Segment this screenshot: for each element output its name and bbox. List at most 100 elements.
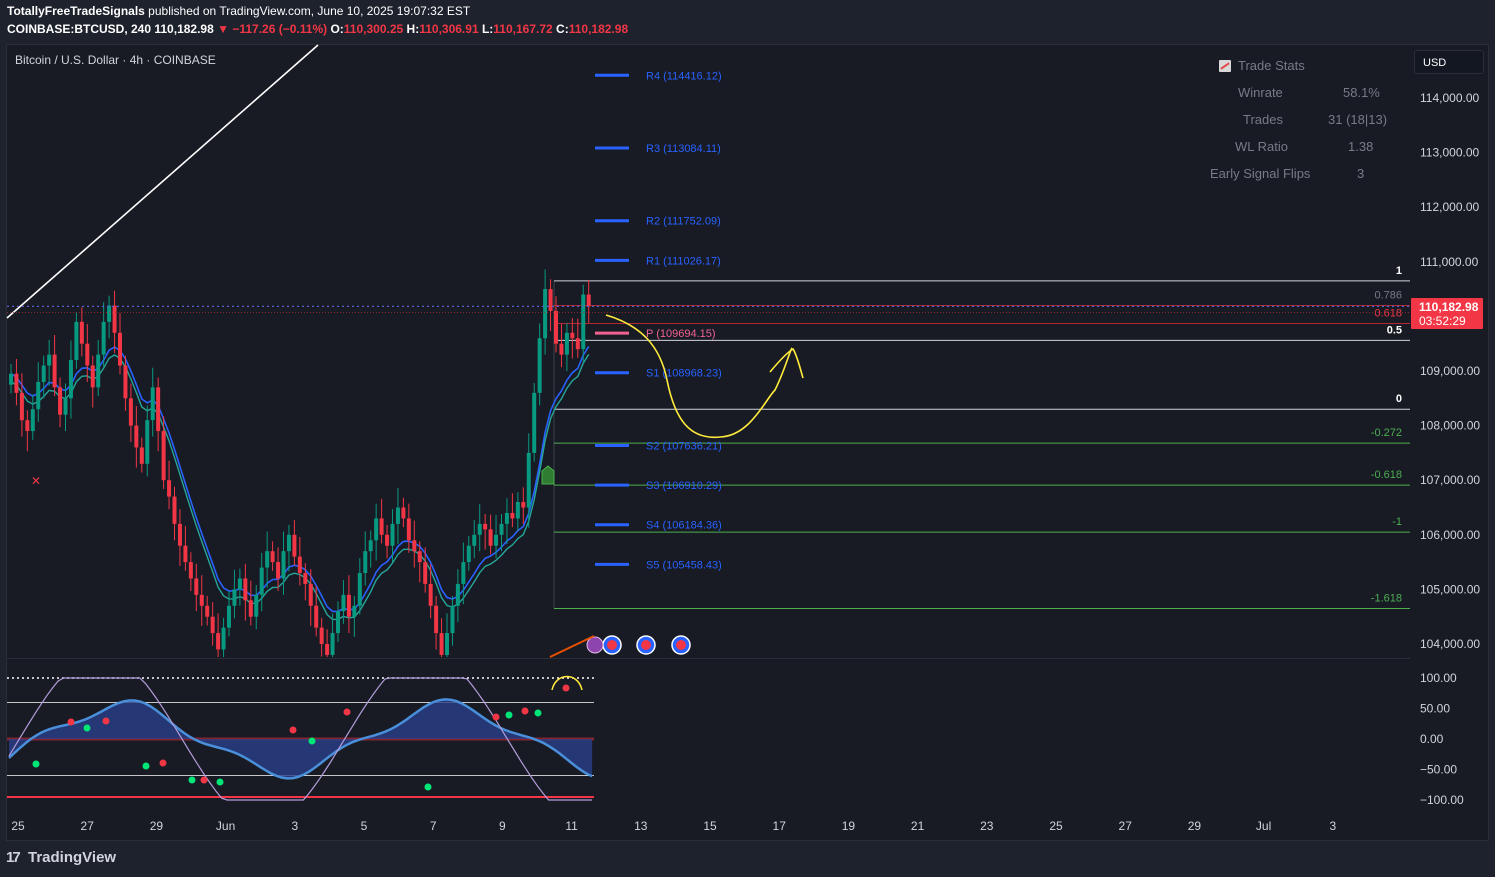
y-axis-tick: 108,000.00 xyxy=(1420,419,1480,433)
candle-body xyxy=(254,594,259,617)
candle-body xyxy=(543,289,548,339)
fib-level-label: -1 xyxy=(1392,516,1402,528)
candle-body xyxy=(330,633,335,655)
us-flag-event-icon xyxy=(607,640,617,650)
candle-body xyxy=(216,633,221,650)
candle-body xyxy=(172,496,177,524)
osc-signal-dot xyxy=(200,776,208,784)
osc-signal-dot xyxy=(32,760,40,768)
candle-body xyxy=(379,518,384,535)
fib-level-label: 0.786 xyxy=(1374,289,1402,301)
osc-signal-dot xyxy=(159,759,167,767)
x-axis-tick: 29 xyxy=(1188,819,1202,833)
x-axis-tick: 29 xyxy=(150,819,164,833)
currency-button[interactable]: USD xyxy=(1414,50,1484,74)
candle-body xyxy=(336,611,340,634)
x-axis-tick: 3 xyxy=(291,819,298,833)
candle-body xyxy=(303,573,308,584)
candle-body xyxy=(537,338,542,393)
osc-y-tick: 100.00 xyxy=(1420,671,1457,685)
osc-y-tick: 50.00 xyxy=(1420,702,1450,716)
candle-body xyxy=(308,583,313,606)
stat-label: Winrate xyxy=(1238,85,1283,100)
candle-body xyxy=(79,321,84,344)
candle-body xyxy=(281,551,286,579)
candle-body xyxy=(63,398,68,415)
osc-signal-dot xyxy=(308,737,316,745)
pivot-label: S5 (105458.43) xyxy=(646,559,722,571)
fib-level-label: 1 xyxy=(1396,265,1402,277)
candle-body xyxy=(314,605,319,628)
candle-body xyxy=(68,360,73,399)
trade-stats-title: Trade Stats xyxy=(1238,58,1305,73)
candle-body xyxy=(450,605,455,634)
candle-body xyxy=(183,545,188,563)
candle-body xyxy=(74,321,79,361)
candle-body xyxy=(259,567,264,595)
candle-body xyxy=(494,534,499,546)
candle-body xyxy=(150,387,155,421)
candle-body xyxy=(515,502,520,519)
stat-value: 1.38 xyxy=(1348,139,1374,154)
candle-body xyxy=(134,425,139,448)
candle-body xyxy=(286,534,291,552)
candle-body xyxy=(575,338,580,350)
candle-body xyxy=(423,562,428,584)
candle-body xyxy=(14,373,19,393)
candle-body xyxy=(41,365,46,382)
osc-signal-dot xyxy=(188,776,196,784)
candle-body xyxy=(156,387,161,432)
y-axis-tick: 105,000.00 xyxy=(1420,582,1480,596)
osc-signal-dot xyxy=(102,717,110,725)
candle-body xyxy=(445,633,449,655)
tv-logo-mark: 17 xyxy=(6,849,21,866)
fib-level-label: 0.5 xyxy=(1387,324,1402,336)
tradingview-logo[interactable]: 17 TradingView xyxy=(6,849,116,866)
candle-body xyxy=(276,562,281,579)
candle-body xyxy=(548,289,553,311)
y-axis-tick: 113,000.00 xyxy=(1420,146,1479,160)
pivot-label: P (109694.15) xyxy=(646,328,716,340)
candle-body xyxy=(90,365,95,388)
osc-signal-dot xyxy=(562,684,570,692)
osc-y-tick: 0.00 xyxy=(1420,732,1444,746)
candle-body xyxy=(161,431,166,481)
pivot-label: R1 (111026.17) xyxy=(646,255,721,267)
candle-body xyxy=(564,332,569,355)
y-axis-tick: 112,000.00 xyxy=(1420,200,1479,214)
osc-signal-dot xyxy=(67,718,75,726)
candle-body xyxy=(434,605,439,634)
x-axis-tick: 3 xyxy=(1329,819,1336,833)
x-axis-tick: Jun xyxy=(216,819,235,833)
logo-text: TradingView xyxy=(28,849,117,866)
candle-body xyxy=(96,354,101,388)
candle-body xyxy=(363,551,368,574)
candle-body xyxy=(112,305,117,333)
candle-body xyxy=(526,452,531,508)
lightning-event-icon xyxy=(586,636,604,654)
pivot-label: R4 (114416.12) xyxy=(646,70,722,82)
candle-body xyxy=(139,447,144,464)
stat-value: 3 xyxy=(1357,166,1365,181)
x-axis-tick: 9 xyxy=(499,819,506,833)
osc-signal-dot xyxy=(424,783,432,791)
candle-body xyxy=(188,562,193,579)
candle-body xyxy=(466,545,471,563)
candle-body xyxy=(297,556,302,574)
fib-level-label: -0.272 xyxy=(1371,427,1402,439)
candle-body xyxy=(270,551,275,563)
candle-body xyxy=(417,551,422,563)
candle-body xyxy=(265,551,270,568)
candle-body xyxy=(385,534,390,546)
candle-body xyxy=(243,578,248,601)
trade-stats-panel: Trade Stats Winrate 58.1% Trades 31 (18|… xyxy=(1200,58,1400,188)
candle-body xyxy=(194,578,199,595)
stat-label: Early Signal Flips xyxy=(1210,166,1311,181)
osc-signal-dot xyxy=(83,724,91,732)
osc-signal-dot xyxy=(492,713,500,721)
candle-body xyxy=(406,518,411,541)
candle-body xyxy=(532,392,537,453)
x-axis-tick: 13 xyxy=(634,819,648,833)
candle-body xyxy=(581,294,586,350)
candle-body xyxy=(428,583,433,606)
